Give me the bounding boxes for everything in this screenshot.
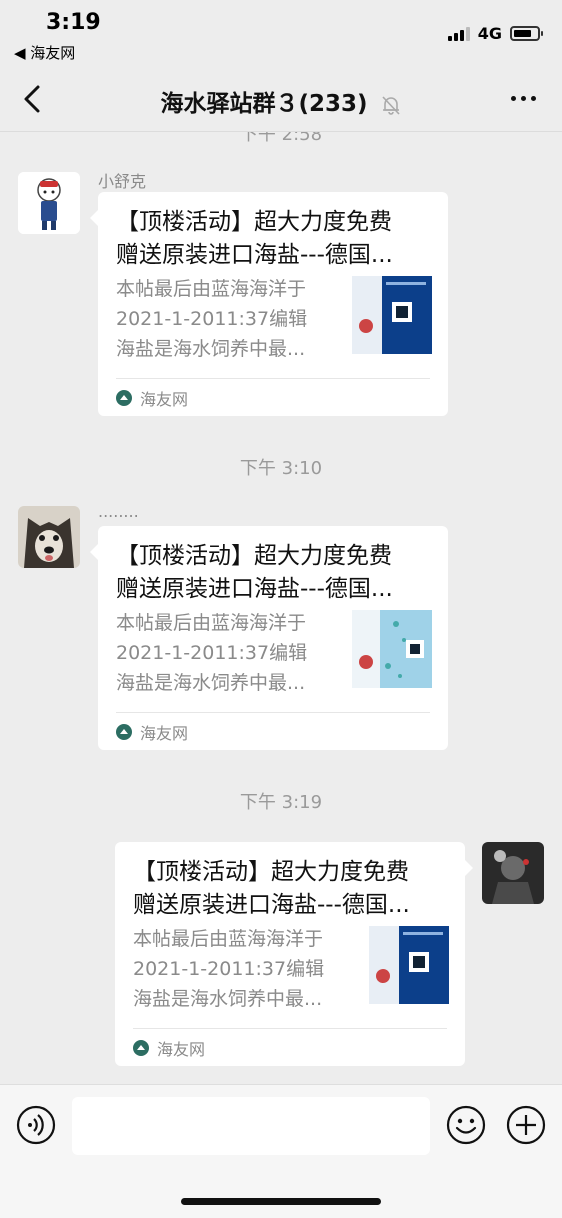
link-card[interactable]: 【顶楼活动】超大力度免费 赠送原装进口海盐---德国... 本帖最后由蓝海海洋于… xyxy=(115,842,473,1066)
card-thumbnail xyxy=(369,926,449,1004)
sender-name: 小舒克 xyxy=(98,172,147,191)
divider xyxy=(133,1028,447,1029)
card-description: 本帖最后由蓝海海洋于 2021-1-2011:37编辑 海盐是海水饲养中最... xyxy=(116,278,308,360)
time-label: 下午 3:10 xyxy=(239,458,323,479)
status-indicators: 4G xyxy=(447,24,543,43)
card-title: 【顶楼活动】超大力度免费 赠送原装进口海盐---德国... xyxy=(116,543,393,602)
time-label: 下午 2:58 xyxy=(239,132,323,145)
card-thumbnail xyxy=(352,610,432,688)
chat-area[interactable]: 下午 2:58 小舒克 【顶楼活动】超大力度免费 赠送原装进口海盐---德国..… xyxy=(0,132,562,1084)
voice-icon[interactable] xyxy=(16,1105,56,1145)
sender-name: ........ xyxy=(98,502,139,521)
source-name: 海友网 xyxy=(140,390,189,409)
avatar[interactable] xyxy=(482,842,544,904)
time-label: 下午 3:19 xyxy=(239,792,323,813)
divider xyxy=(116,712,430,713)
emoji-icon[interactable] xyxy=(446,1105,486,1145)
link-card[interactable]: 【顶楼活动】超大力度免费 赠送原装进口海盐---德国... 本帖最后由蓝海海洋于… xyxy=(90,192,448,416)
network-type: 4G xyxy=(477,24,502,43)
more-dots-icon[interactable] xyxy=(511,96,536,101)
avatar[interactable] xyxy=(18,506,80,568)
message-input[interactable] xyxy=(72,1097,430,1155)
status-bar: 3:19 ◀ 海友网 4G xyxy=(0,0,562,66)
card-source: 海友网 xyxy=(116,720,188,744)
card-source: 海友网 xyxy=(133,1036,205,1060)
link-card[interactable]: 【顶楼活动】超大力度免费 赠送原装进口海盐---德国... 本帖最后由蓝海海洋于… xyxy=(90,526,448,750)
plus-circle-icon[interactable] xyxy=(506,1105,546,1145)
source-name: 海友网 xyxy=(140,724,189,743)
battery-level xyxy=(514,30,531,37)
chat-title: 海水驿站群３(233) xyxy=(160,91,368,117)
haiyou-logo-icon xyxy=(133,1040,149,1056)
chat-title-wrap: 海水驿站群３(233) xyxy=(0,84,562,118)
source-name: 海友网 xyxy=(157,1040,206,1059)
card-source: 海友网 xyxy=(116,386,188,410)
card-title: 【顶楼活动】超大力度免费 赠送原装进口海盐---德国... xyxy=(116,209,393,268)
card-description: 本帖最后由蓝海海洋于 2021-1-2011:37编辑 海盐是海水饲养中最... xyxy=(133,928,325,1010)
avatar[interactable] xyxy=(18,172,80,234)
status-back-app-link[interactable]: ◀ 海友网 xyxy=(14,42,75,63)
battery-icon xyxy=(510,26,543,41)
signal-icon xyxy=(447,26,470,41)
card-description: 本帖最后由蓝海海洋于 2021-1-2011:37编辑 海盐是海水饲养中最... xyxy=(116,612,308,694)
divider xyxy=(116,378,430,379)
card-thumbnail xyxy=(352,276,432,354)
haiyou-logo-icon xyxy=(116,724,132,740)
haiyou-logo-icon xyxy=(116,390,132,406)
nav-bar: 海水驿站群３(233) xyxy=(0,66,562,132)
bell-muted-icon xyxy=(381,95,400,115)
home-indicator[interactable] xyxy=(181,1198,381,1205)
status-time: 3:19 xyxy=(46,10,101,35)
card-title: 【顶楼活动】超大力度免费 赠送原装进口海盐---德国... xyxy=(133,859,410,918)
